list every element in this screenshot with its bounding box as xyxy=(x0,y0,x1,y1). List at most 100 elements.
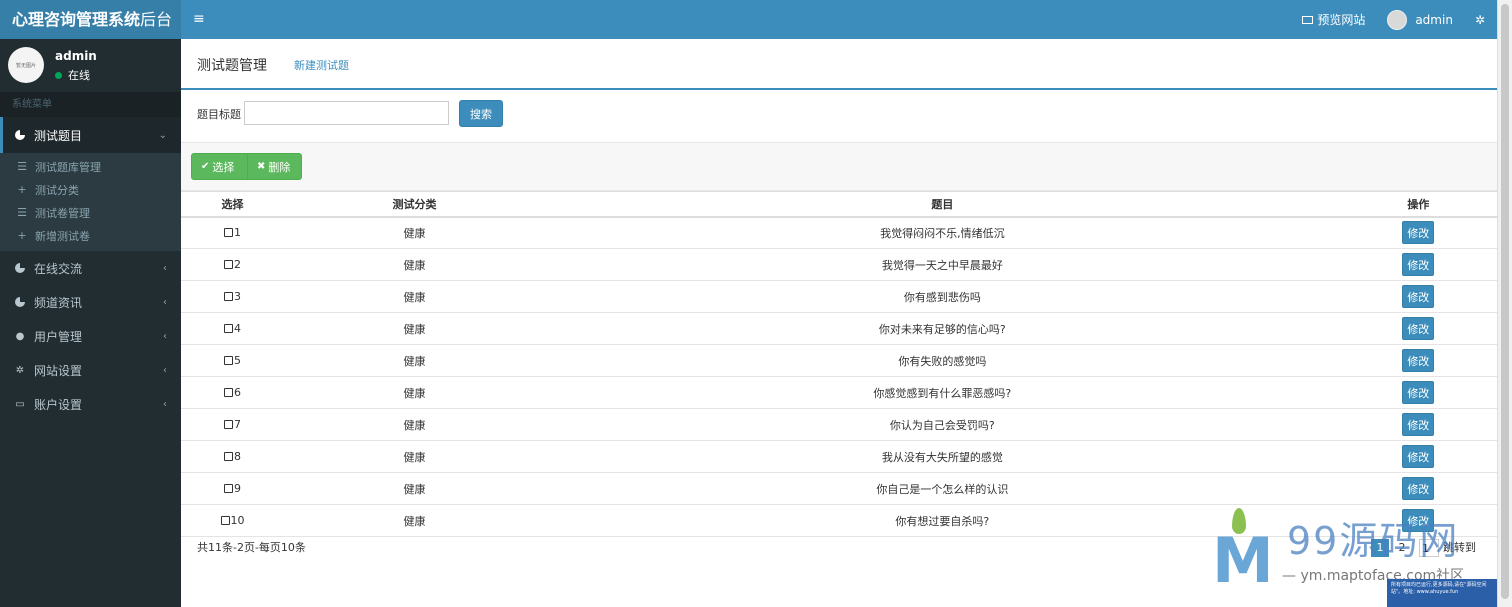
row-checkbox[interactable]: 1 xyxy=(224,226,241,239)
user-menu-name: admin xyxy=(1415,12,1453,27)
search-button[interactable]: 搜索 xyxy=(459,100,503,127)
row-checkbox[interactable]: 10 xyxy=(220,513,245,527)
page-next[interactable]: 2 xyxy=(1393,539,1411,557)
sidebar: 暂无图片 admin 在线 系统菜单 测试题目 ⌄ ☰ 测试题库管理 + 测试分… xyxy=(0,39,181,607)
top-nav-right: 预览网站 admin ✲ xyxy=(1280,0,1485,39)
row-select-cell: 4 xyxy=(181,312,285,345)
sidebar-subitem-label: 测试卷管理 xyxy=(35,206,90,220)
table-body: 1 健康 我觉得闷闷不乐,情绪低沉 修改 2 健康 我觉得一天之中早晨最好 修改 3 健康 你有感到… xyxy=(181,216,1497,537)
row-id: 6 xyxy=(234,385,242,399)
questions-table: 选择 测试分类 题目 操作 1 健康 我觉得闷闷不乐,情绪低沉 修改 2 健康 我觉得一天之… xyxy=(181,191,1497,537)
page-current[interactable]: 1 xyxy=(1371,539,1389,557)
sidebar-user-name: admin xyxy=(55,49,97,63)
user-avatar-icon xyxy=(1387,9,1408,30)
sidebar-item-site-settings[interactable]: ✲ 网站设置 ‹ xyxy=(0,353,181,387)
column-header-action: 操作 xyxy=(1339,191,1497,218)
edit-button[interactable]: 修改 xyxy=(1402,413,1435,436)
edit-button[interactable]: 修改 xyxy=(1402,221,1435,245)
sidebar-toggle-icon[interactable]: ≡ xyxy=(193,11,205,28)
sidebar-subitem-paper-manage[interactable]: ☰ 测试卷管理 xyxy=(0,201,181,224)
row-title: 你有感到悲伤吗 xyxy=(545,280,1340,313)
brand-subtitle: 后台 xyxy=(140,10,173,29)
sidebar-item-channel-news[interactable]: 频道资讯 ‹ xyxy=(0,285,181,319)
row-select-cell: 7 xyxy=(181,408,285,441)
sidebar-subitem-test-category[interactable]: + 测试分类 xyxy=(0,178,181,201)
preview-site-link[interactable]: 预览网站 xyxy=(1302,11,1365,28)
row-checkbox[interactable]: 4 xyxy=(224,322,241,335)
row-checkbox[interactable]: 9 xyxy=(224,482,241,495)
sidebar-item-online-chat[interactable]: 在线交流 ‹ xyxy=(0,251,181,285)
scrollbar-thumb[interactable] xyxy=(1501,4,1509,599)
chevron-left-icon: ‹ xyxy=(163,330,167,342)
delete-button[interactable]: ✖ 删除 xyxy=(247,153,302,180)
edit-button[interactable]: 修改 xyxy=(1402,477,1435,500)
row-action-cell: 修改 xyxy=(1339,344,1497,377)
row-checkbox[interactable]: 6 xyxy=(224,386,241,399)
sidebar-item-test-questions[interactable]: 测试题目 ⌄ xyxy=(0,117,181,153)
row-action-cell: 修改 xyxy=(1339,504,1497,537)
edit-button[interactable]: 修改 xyxy=(1402,381,1435,404)
sidebar-subitem-label: 测试题库管理 xyxy=(35,160,101,174)
search-input[interactable] xyxy=(244,101,449,125)
page-jump-button[interactable]: 跳转到 xyxy=(1443,539,1476,557)
row-id: 7 xyxy=(234,417,242,431)
sidebar-item-user-manage[interactable]: ● 用户管理 ‹ xyxy=(0,319,181,353)
table-row: 8 健康 我从没有大失所望的感觉 修改 xyxy=(181,440,1497,473)
edit-button[interactable]: 修改 xyxy=(1402,445,1435,468)
edit-button[interactable]: 修改 xyxy=(1402,253,1435,276)
edit-button[interactable]: 修改 xyxy=(1402,285,1435,308)
user-menu[interactable]: admin xyxy=(1387,9,1453,30)
user-status: 在线 xyxy=(55,67,90,83)
tab-new-question[interactable]: 新建测试题 xyxy=(294,57,349,73)
checkbox-icon xyxy=(224,227,234,237)
row-checkbox[interactable]: 3 xyxy=(224,290,241,303)
row-action-cell: 修改 xyxy=(1339,472,1497,505)
row-select-cell: 1 xyxy=(181,216,285,249)
table-row: 9 健康 你自己是一个怎么样的认识 修改 xyxy=(181,472,1497,505)
user-icon: ● xyxy=(15,330,25,342)
avatar: 暂无图片 xyxy=(8,47,44,83)
row-title: 你自己是一个怎么样的认识 xyxy=(545,472,1340,505)
row-checkbox[interactable]: 5 xyxy=(224,354,241,367)
row-category: 健康 xyxy=(284,248,546,281)
page-jump-input[interactable] xyxy=(1419,539,1439,557)
settings-gears-button[interactable]: ✲ xyxy=(1475,13,1485,27)
row-action-cell: 修改 xyxy=(1339,376,1497,409)
row-title: 你感觉感到有什么罪恶感吗? xyxy=(545,376,1340,409)
row-checkbox[interactable]: 8 xyxy=(224,450,241,463)
pager-info: 共11条-2页-每页10条 xyxy=(197,541,306,554)
edit-button[interactable]: 修改 xyxy=(1402,509,1435,532)
sidebar-item-account-settings[interactable]: ▭ 账户设置 ‹ xyxy=(0,387,181,421)
row-select-cell: 6 xyxy=(181,376,285,409)
row-checkbox[interactable]: 2 xyxy=(224,258,241,271)
row-category: 健康 xyxy=(284,312,546,345)
edit-button[interactable]: 修改 xyxy=(1402,349,1435,372)
select-button[interactable]: ✔ 选择 xyxy=(191,153,248,180)
column-header-title: 题目 xyxy=(545,191,1340,218)
row-action-cell: 修改 xyxy=(1339,216,1497,249)
row-title: 你认为自己会受罚吗? xyxy=(545,408,1340,441)
chevron-down-icon: ⌄ xyxy=(158,129,167,141)
sidebar-subitem-label: 测试分类 xyxy=(35,183,79,197)
edit-button[interactable]: 修改 xyxy=(1402,317,1435,340)
row-id: 9 xyxy=(234,481,242,495)
row-id: 10 xyxy=(230,513,245,527)
table-row: 3 健康 你有感到悲伤吗 修改 xyxy=(181,280,1497,313)
row-id: 2 xyxy=(234,257,242,271)
pie-chart-icon xyxy=(14,296,26,308)
brand-logo[interactable]: 心理咨询管理系统后台 xyxy=(0,0,181,39)
sidebar-item-label: 在线交流 xyxy=(34,261,83,276)
page-title[interactable]: 测试题管理 xyxy=(197,55,267,75)
row-title: 你有失败的感觉吗 xyxy=(545,344,1340,377)
sidebar-subitem-question-bank[interactable]: ☰ 测试题库管理 xyxy=(0,155,181,178)
sidebar-subitem-new-paper[interactable]: + 新增测试卷 xyxy=(0,224,181,247)
row-title: 你对未来有足够的信心吗? xyxy=(545,312,1340,345)
close-icon: ✖ xyxy=(257,161,266,172)
row-select-cell: 5 xyxy=(181,344,285,377)
chevron-left-icon: ‹ xyxy=(163,398,167,410)
table-toolbar: ✔ 选择 ✖ 删除 xyxy=(181,142,1497,191)
table-row: 5 健康 你有失败的感觉吗 修改 xyxy=(181,344,1497,377)
page-scrollbar[interactable] xyxy=(1497,0,1512,607)
row-checkbox[interactable]: 7 xyxy=(224,418,241,431)
main-content: 测试题管理 新建测试题 题目标题 搜索 ✔ 选择 ✖ 删除 选择 测试分类 题目 操… xyxy=(181,39,1497,607)
